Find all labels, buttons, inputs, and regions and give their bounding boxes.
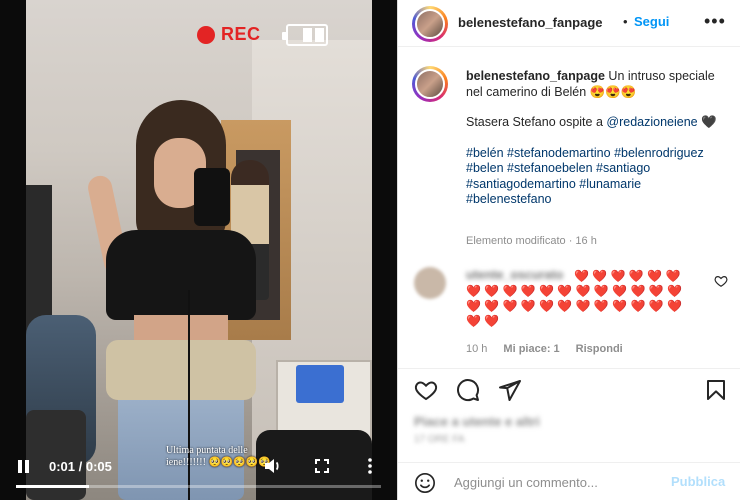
comment-meta: 10 h Mi piace: 1 Rispondi [466, 343, 623, 355]
blue-box [296, 365, 344, 403]
comment-text: ❤️ ❤️ ❤️ ❤️ ❤️ ❤️ ❤️ ❤️ ❤️ ❤️ ❤️ ❤️ ❤️ ❤… [466, 269, 682, 328]
phone [194, 168, 230, 226]
volume-icon[interactable] [264, 458, 282, 474]
reply-button[interactable]: Rispondi [576, 343, 623, 355]
follow-button[interactable]: Segui [634, 14, 669, 29]
caption-username[interactable]: belenestefano_fanpage [466, 69, 605, 83]
video-progress-fill [16, 485, 89, 488]
hashtag-link[interactable]: #stefanodemartino [507, 146, 611, 160]
person-selfie [85, 100, 266, 500]
avatar-image [415, 69, 445, 99]
avatar[interactable] [412, 6, 448, 42]
comment-avatar[interactable] [414, 267, 446, 299]
rec-dot-icon [197, 25, 215, 44]
bookmark-icon[interactable] [704, 378, 728, 402]
hashtag-link[interactable]: #belen [466, 161, 504, 175]
hashtag-link[interactable]: #belén [466, 146, 504, 160]
comment-input[interactable] [454, 472, 664, 492]
hashtag-link[interactable]: #santiago [596, 161, 650, 175]
comment-like-icon[interactable] [714, 274, 728, 288]
pause-icon[interactable] [18, 460, 30, 473]
header-username[interactable]: belenestefano_fanpage [458, 15, 603, 30]
black-top [106, 230, 256, 320]
battery-cell [315, 28, 324, 42]
tied-sweater [106, 340, 256, 400]
more-options-icon[interactable]: ••• [704, 12, 726, 30]
fullscreen-icon[interactable] [315, 459, 329, 473]
video-frame: Ultima puntata delle iene!!!!!!! 🥺🥺🥺🥺🥺 [26, 0, 372, 500]
comment-composer: Pubblica [398, 462, 740, 500]
post-caption: belenestefano_fanpage Un intruso special… [466, 69, 728, 223]
hashtag-link[interactable]: #belenrodriguez [614, 146, 704, 160]
rec-label: REC [221, 24, 261, 44]
comment-hearts-text: utente_oscurato_xx ❤️ ❤️ ❤️ ❤️ ❤️ ❤️ ❤️ … [466, 269, 696, 329]
hashtag-link[interactable]: #lunamarie [579, 177, 641, 191]
post-actions [398, 368, 740, 410]
rec-indicator: REC [197, 24, 261, 45]
comment-time: 10 h [466, 343, 488, 355]
emoji-icon[interactable] [414, 472, 436, 494]
video-time: 0:01 / 0:05 [49, 459, 112, 474]
caption-avatar[interactable] [412, 66, 448, 102]
battery-cell [303, 28, 312, 42]
likes-count[interactable]: Piace a utente e altri [414, 414, 540, 429]
hashtag-list: #belén #stefanodemartino #belenrodriguez… [466, 146, 728, 208]
post-date: 17 ORE FA [414, 434, 465, 445]
more-vertical-icon[interactable] [366, 457, 374, 475]
caption-line2-suffix: 🖤 [701, 115, 717, 129]
video-player[interactable]: Ultima puntata delle iene!!!!!!! 🥺🥺🥺🥺🥺 R… [0, 0, 397, 500]
caption-line2-prefix: Stasera Stefano ospite a [466, 115, 603, 129]
instagram-post-view: Ultima puntata delle iene!!!!!!! 🥺🥺🥺🥺🥺 R… [0, 0, 740, 500]
battery-icon [282, 24, 328, 46]
edited-timestamp: Elemento modificato · 16 h [466, 235, 597, 247]
separator: • [623, 14, 628, 29]
video-progress-bar[interactable] [16, 485, 381, 488]
share-plane-icon[interactable] [498, 378, 522, 402]
post-side-panel: belenestefano_fanpage • Segui ••• belene… [397, 0, 740, 500]
post-header: belenestefano_fanpage • Segui ••• [398, 0, 740, 47]
avatar-image [415, 9, 445, 39]
publish-button[interactable]: Pubblica [671, 474, 725, 489]
hashtag-link[interactable]: #santiagodemartino [466, 177, 576, 191]
video-controls: 0:01 / 0:05 [0, 452, 397, 500]
like-heart-icon[interactable] [414, 378, 438, 402]
hashtag-link[interactable]: #belenestefano [466, 192, 552, 206]
comment-likes[interactable]: Mi piace: 1 [503, 343, 559, 355]
mention-link[interactable]: @redazioneiene [606, 115, 697, 129]
comment-bubble-icon[interactable] [456, 378, 480, 402]
hashtag-link[interactable]: #stefanoebelen [507, 161, 593, 175]
